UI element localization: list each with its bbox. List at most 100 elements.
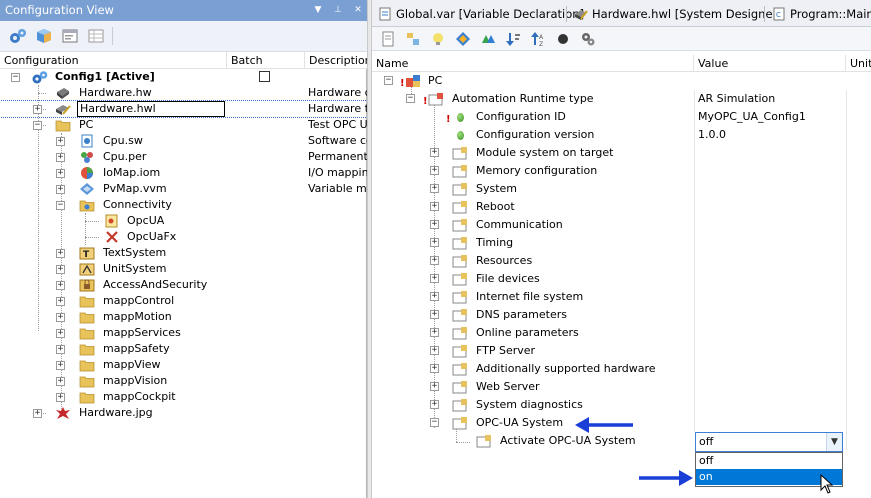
- expand-toggle[interactable]: +: [56, 329, 65, 338]
- tree-row-pvmap[interactable]: + PvMap.vvm Variable ma: [0, 181, 367, 197]
- property-value[interactable]: [694, 324, 846, 342]
- tree-row-pc[interactable]: − PC Test OPC U: [0, 117, 367, 133]
- property-value[interactable]: 1.0.0: [694, 126, 846, 144]
- property-value[interactable]: [694, 180, 846, 198]
- activate-opcua-combobox[interactable]: off ▼: [695, 432, 843, 452]
- tab-program-main[interactable]: C Program::Main.c: [768, 3, 871, 25]
- tree-row-config1[interactable]: − Config1 [Active]: [0, 69, 367, 85]
- expand-toggle[interactable]: +: [56, 185, 65, 194]
- property-value[interactable]: AR Simulation: [694, 90, 846, 108]
- pin-icon[interactable]: ⊥: [332, 0, 344, 21]
- expand-toggle[interactable]: +: [56, 137, 65, 146]
- settings-button[interactable]: [578, 29, 598, 49]
- tree-row-hardware-hw[interactable]: Hardware.hw Hardware c: [0, 85, 367, 101]
- collapse-toggle[interactable]: −: [33, 121, 42, 130]
- expand-toggle[interactable]: +: [430, 148, 439, 157]
- expand-toggle[interactable]: +: [56, 361, 65, 370]
- expand-toggle[interactable]: +: [430, 202, 439, 211]
- expand-toggle[interactable]: +: [33, 409, 42, 418]
- expand-toggle[interactable]: +: [56, 281, 65, 290]
- expand-toggle[interactable]: +: [56, 377, 65, 386]
- collapse-toggle[interactable]: −: [11, 73, 20, 82]
- property-row-automation-runtime-type[interactable]: − ! Automation Runtime type AR Simulatio…: [372, 90, 871, 108]
- properties-button[interactable]: [60, 26, 80, 46]
- tree-row-mappsafety[interactable]: + mappSafety: [0, 341, 367, 357]
- categorized-button[interactable]: [403, 29, 423, 49]
- chevron-down-icon[interactable]: ▼: [826, 433, 842, 451]
- sort-ascending-button[interactable]: AZ: [528, 29, 548, 49]
- property-value[interactable]: [694, 252, 846, 270]
- tree-row-opcua[interactable]: OpcUA: [0, 213, 367, 229]
- property-value[interactable]: [694, 414, 846, 432]
- property-value[interactable]: [694, 216, 846, 234]
- expand-toggle[interactable]: +: [430, 400, 439, 409]
- property-value[interactable]: [694, 288, 846, 306]
- tree-row-hardware-hwl[interactable]: + Hardware.hwl Hardware to: [0, 100, 368, 118]
- expand-toggle[interactable]: +: [56, 313, 65, 322]
- column-description[interactable]: Description: [305, 52, 367, 69]
- tree-row-mappmotion[interactable]: + mappMotion: [0, 309, 367, 325]
- dropdown-arrow-icon[interactable]: ▼: [312, 0, 324, 21]
- collapse-toggle[interactable]: −: [56, 201, 65, 210]
- property-value[interactable]: [694, 396, 846, 414]
- property-row-additional-hardware[interactable]: + Additionally supported hardware: [372, 360, 871, 378]
- close-icon[interactable]: ✕: [352, 0, 364, 21]
- tab-global-var[interactable]: Global.var [Variable Declaration]: [374, 3, 590, 25]
- expand-toggle[interactable]: +: [430, 166, 439, 175]
- expand-toggle[interactable]: +: [430, 184, 439, 193]
- property-value[interactable]: [694, 378, 846, 396]
- tree-row-connectivity[interactable]: − Connectivity: [0, 197, 367, 213]
- property-value[interactable]: [694, 306, 846, 324]
- collapse-toggle[interactable]: −: [406, 94, 415, 103]
- property-value[interactable]: [694, 162, 846, 180]
- property-row-reboot[interactable]: + Reboot: [372, 198, 871, 216]
- tree-row-mappview[interactable]: + mappView: [0, 357, 367, 373]
- tree-row-mappcontrol[interactable]: + mappControl: [0, 293, 367, 309]
- tree-row-cpu-per[interactable]: + Cpu.per Permanent v: [0, 149, 367, 165]
- expand-toggle[interactable]: +: [56, 265, 65, 274]
- bulb-button[interactable]: [428, 29, 448, 49]
- property-row-system[interactable]: + System: [372, 180, 871, 198]
- expand-all-button[interactable]: [478, 29, 498, 49]
- property-row-module-system[interactable]: + Module system on target: [372, 144, 871, 162]
- table-view-button[interactable]: [86, 26, 106, 46]
- tree-row-opcuafx[interactable]: OpcUaFx: [0, 229, 367, 245]
- expand-toggle[interactable]: +: [430, 310, 439, 319]
- expand-toggle[interactable]: +: [430, 292, 439, 301]
- property-value[interactable]: [694, 198, 846, 216]
- property-row-resources[interactable]: + Resources: [372, 252, 871, 270]
- property-row-ftp-server[interactable]: + FTP Server: [372, 342, 871, 360]
- property-row-web-server[interactable]: + Web Server: [372, 378, 871, 396]
- expand-toggle[interactable]: +: [56, 345, 65, 354]
- column-value[interactable]: Value: [694, 55, 846, 72]
- property-row-file-devices[interactable]: + File devices: [372, 270, 871, 288]
- sort-descending-button[interactable]: [503, 29, 523, 49]
- expand-toggle[interactable]: +: [430, 220, 439, 229]
- property-value[interactable]: [694, 234, 846, 252]
- expand-toggle[interactable]: +: [56, 153, 65, 162]
- collapse-toggle[interactable]: −: [384, 76, 393, 85]
- column-name[interactable]: Name: [372, 55, 694, 72]
- property-row-timing[interactable]: + Timing: [372, 234, 871, 252]
- expand-toggle[interactable]: +: [430, 256, 439, 265]
- column-configuration[interactable]: Configuration: [0, 52, 227, 69]
- expand-toggle[interactable]: +: [56, 393, 65, 402]
- tree-row-hardware-jpg[interactable]: + Hardware.jpg: [0, 405, 367, 421]
- property-row-system-diagnostics[interactable]: + System diagnostics: [372, 396, 871, 414]
- tree-row-access-security[interactable]: + AccessAndSecurity: [0, 277, 367, 293]
- property-value[interactable]: [694, 144, 846, 162]
- expand-toggle[interactable]: +: [430, 274, 439, 283]
- expand-toggle[interactable]: +: [56, 297, 65, 306]
- open-object-button[interactable]: [34, 26, 54, 46]
- property-value[interactable]: [694, 342, 846, 360]
- column-unit[interactable]: Unit: [846, 55, 871, 72]
- add-object-button[interactable]: [8, 26, 28, 46]
- property-row-internet-file-system[interactable]: + Internet file system: [372, 288, 871, 306]
- property-row-communication[interactable]: + Communication: [372, 216, 871, 234]
- tab-hardware-hwl[interactable]: Hardware.hwl [System Designer]: [570, 3, 788, 25]
- expand-toggle[interactable]: +: [430, 328, 439, 337]
- tree-row-cpu-sw[interactable]: + Cpu.sw Software co: [0, 133, 367, 149]
- property-row-dns-parameters[interactable]: + DNS parameters: [372, 306, 871, 324]
- collapse-toggle[interactable]: −: [430, 418, 439, 427]
- expand-toggle[interactable]: +: [56, 169, 65, 178]
